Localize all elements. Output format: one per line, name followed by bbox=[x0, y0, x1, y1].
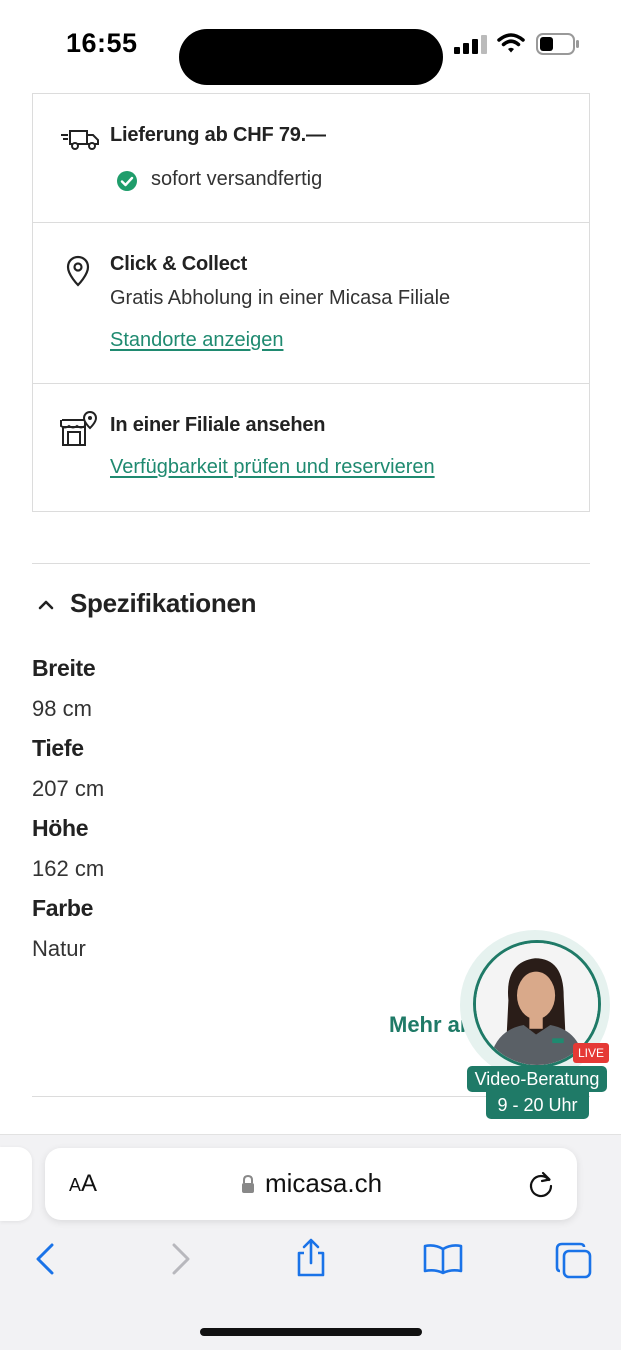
spec-value-height: 162 cm bbox=[32, 856, 105, 881]
text-size-button[interactable]: AA bbox=[69, 1170, 97, 1198]
location-pin-icon bbox=[66, 255, 90, 287]
dynamic-island bbox=[179, 29, 443, 85]
video-consultation-label: Video-Beratung bbox=[467, 1066, 607, 1092]
specifications-heading: Spezifikationen bbox=[70, 588, 257, 618]
previous-tab-preview[interactable] bbox=[0, 1147, 32, 1221]
click-collect-text: Gratis Abholung in einer Micasa Filiale bbox=[110, 287, 451, 309]
spec-label-height: Höhe bbox=[32, 815, 89, 841]
forward-icon[interactable] bbox=[162, 1241, 198, 1277]
home-indicator bbox=[200, 1328, 422, 1336]
divider bbox=[32, 563, 590, 564]
video-consultation-hours: 9 - 20 Uhr bbox=[486, 1092, 589, 1119]
specifications-toggle[interactable]: Spezifikationen bbox=[32, 588, 432, 624]
wifi-icon bbox=[497, 33, 525, 53]
back-icon[interactable] bbox=[28, 1241, 64, 1277]
status-bar: 16:55 bbox=[0, 0, 621, 90]
spec-label-color: Farbe bbox=[32, 895, 94, 921]
availability-card: Lieferung ab CHF 79.— sofort versandfert… bbox=[32, 93, 590, 512]
click-collect-section: Click & Collect Gratis Abholung in einer… bbox=[33, 223, 589, 384]
live-badge: LIVE bbox=[573, 1043, 610, 1063]
shipping-status: sofort versandfertig bbox=[151, 168, 323, 190]
battery-icon bbox=[536, 33, 579, 55]
click-collect-title: Click & Collect bbox=[110, 253, 248, 275]
url-text: micasa.ch bbox=[265, 1168, 383, 1198]
lock-icon bbox=[242, 1174, 254, 1193]
reload-icon[interactable] bbox=[526, 1169, 556, 1199]
store-section: In einer Filiale ansehen Verfügbarkeit p… bbox=[33, 384, 589, 511]
store-location-icon bbox=[60, 410, 98, 446]
shipping-title: Lieferung ab CHF 79.— bbox=[110, 124, 326, 146]
spec-label-depth: Tiefe bbox=[32, 735, 84, 761]
spec-value-width: 98 cm bbox=[32, 696, 92, 721]
browser-toolbar: AA micasa.ch bbox=[0, 1134, 621, 1350]
spec-value-depth: 207 cm bbox=[32, 776, 105, 801]
status-time: 16:55 bbox=[66, 28, 138, 58]
spec-value-color: Natur bbox=[32, 936, 86, 961]
bookmarks-icon[interactable] bbox=[422, 1241, 464, 1277]
share-icon[interactable] bbox=[293, 1237, 329, 1279]
check-availability-link[interactable]: Verfügbarkeit prüfen und reservieren bbox=[110, 456, 435, 479]
shipping-section: Lieferung ab CHF 79.— sofort versandfert… bbox=[33, 94, 589, 223]
store-title: In einer Filiale ansehen bbox=[110, 414, 326, 436]
check-circle-icon bbox=[117, 171, 137, 191]
cellular-signal-icon bbox=[454, 35, 487, 54]
delivery-truck-icon bbox=[61, 130, 99, 150]
spec-label-width: Breite bbox=[32, 655, 96, 681]
address-bar[interactable]: AA micasa.ch bbox=[45, 1148, 577, 1220]
chevron-up-icon bbox=[38, 600, 54, 610]
show-locations-link[interactable]: Standorte anzeigen bbox=[110, 329, 283, 352]
video-consultation-widget[interactable]: LIVE Video-Beratung 9 - 20 Uhr bbox=[460, 930, 610, 1120]
tabs-icon[interactable] bbox=[554, 1241, 594, 1281]
